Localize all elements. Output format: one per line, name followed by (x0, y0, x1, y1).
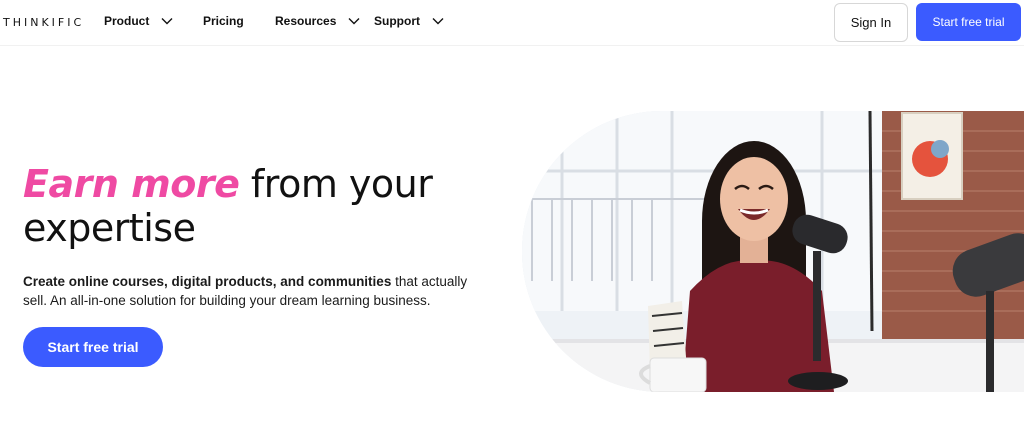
podcast-scene-illustration (522, 111, 1024, 392)
chevron-down-icon (348, 18, 360, 25)
subtitle-bold: Create online courses, digital products,… (23, 274, 392, 289)
nav-item-pricing[interactable]: Pricing (203, 14, 244, 28)
nav-item-product[interactable]: Product (104, 14, 173, 28)
nav-item-resources[interactable]: Resources (275, 14, 360, 28)
nav-item-label: Resources (275, 14, 337, 28)
nav-item-label: Pricing (203, 14, 244, 28)
chevron-down-icon (161, 18, 173, 25)
nav-item-label: Product (104, 14, 150, 28)
hero-subtitle: Create online courses, digital products,… (23, 272, 493, 310)
nav-item-support[interactable]: Support (374, 14, 444, 28)
thinkific-logo[interactable]: THINKIFIC (3, 16, 84, 29)
hero-image (522, 111, 1024, 392)
start-free-trial-nav-button[interactable]: Start free trial (916, 3, 1021, 41)
top-navigation: THINKIFIC Product Pricing Resources Supp… (0, 0, 1024, 46)
hero-headline: Earn more from your expertise (23, 162, 503, 250)
sign-in-button[interactable]: Sign In (834, 3, 908, 42)
headline-accent: Earn more (23, 162, 240, 206)
nav-item-label: Support (374, 14, 420, 28)
chevron-down-icon (432, 18, 444, 25)
start-free-trial-hero-button[interactable]: Start free trial (23, 327, 163, 367)
